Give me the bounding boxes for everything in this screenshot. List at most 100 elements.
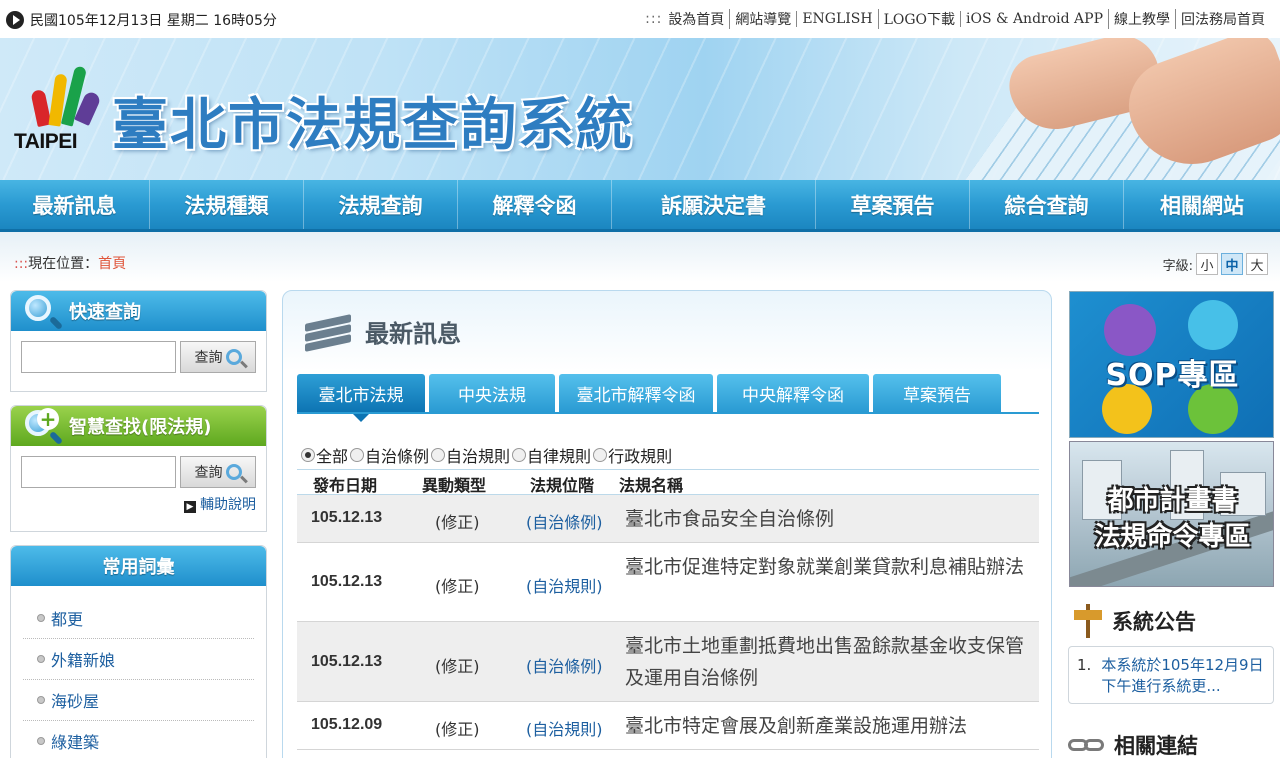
font-size-small[interactable]: 小	[1196, 253, 1218, 275]
tab-central-interpretations[interactable]: 中央解釋令函	[717, 374, 869, 412]
logo-text: TAIPEI	[14, 130, 78, 153]
taipei-logo[interactable]: TAIPEI	[14, 62, 106, 162]
related-links-header: 相關連結	[1068, 730, 1198, 758]
table-row[interactable]: 105.12.13 (修正) (自治規則) 臺北市促進特定對象就業創業貸款利息補…	[297, 543, 1039, 622]
table-row[interactable]: 105.12.13 (修正) (自治條例) 臺北市土地重劃抵費地出售盈餘款基金收…	[297, 622, 1039, 702]
tab-draft-notices[interactable]: 草案預告	[873, 374, 1001, 412]
system-notice-list: 1. 本系統於105年12月9日下午進行系統更...	[1068, 646, 1274, 704]
filter-autonomous-ordinance[interactable]: 自治條例	[350, 443, 429, 467]
sop-banner-text: SOP專區	[1105, 358, 1240, 393]
term-label: 海砂屋	[51, 692, 100, 711]
news-tabs: 臺北市法規 中央法規 臺北市解釋令函 中央解釋令函 草案預告	[297, 374, 1001, 422]
font-size-large[interactable]: 大	[1246, 253, 1268, 275]
font-size-switcher: 字級: 小 中 大	[1163, 253, 1268, 275]
english-link[interactable]: ENGLISH	[796, 11, 877, 27]
related-links-title: 相關連結	[1114, 734, 1198, 758]
quick-search-button[interactable]: 查詢	[180, 341, 256, 373]
row-change-type: (修正)	[435, 513, 480, 532]
legal-affairs-home-link[interactable]: 回法務局首頁	[1175, 9, 1270, 29]
news-title: 最新訊息	[365, 319, 461, 348]
bullet-icon	[37, 696, 45, 704]
logo-download-link[interactable]: LOGO下載	[877, 9, 960, 29]
term-label: 都更	[51, 610, 84, 629]
smart-search-input[interactable]	[21, 456, 176, 488]
smart-search-button[interactable]: 查詢	[180, 456, 256, 488]
filter-label: 自律規則	[527, 447, 592, 466]
col-publish-date: 發布日期	[313, 476, 378, 495]
row-level: (自治條例)	[526, 513, 603, 532]
help-link-label: 輔助說明	[200, 497, 256, 513]
category-filters: 全部 自治條例 自治規則 自律規則 行政規則	[301, 443, 672, 467]
site-title[interactable]: 臺北市法規查詢系統	[112, 80, 634, 161]
notice-link[interactable]: 本系統於105年12月9日下午進行系統更...	[1101, 655, 1265, 703]
main-nav: 最新訊息 法規種類 法規查詢 解釋令函 訴願決定書 草案預告 綜合查詢 相關網站	[0, 180, 1280, 232]
nav-related-sites[interactable]: 相關網站	[1124, 180, 1280, 229]
radio[interactable]	[350, 448, 365, 462]
term-link[interactable]: 都更	[23, 598, 254, 639]
nav-latest-news[interactable]: 最新訊息	[0, 180, 150, 229]
top-bar: 民國105年12月13日 星期二 16時05分 ::: 設為首頁 網站導覽 EN…	[0, 0, 1280, 38]
news-table-header: 發布日期 異動類型 法規位階 法規名稱	[297, 469, 1039, 495]
font-size-medium[interactable]: 中	[1221, 253, 1243, 275]
mobile-app-link[interactable]: iOS & Android APP	[960, 11, 1108, 27]
radio[interactable]	[512, 448, 527, 462]
online-tutorial-link[interactable]: 線上教學	[1108, 9, 1175, 29]
col-change-type: 異動類型	[422, 476, 487, 495]
bullet-icon	[37, 614, 45, 622]
tab-taipei-interpretations[interactable]: 臺北市解釋令函	[559, 374, 713, 412]
quick-search-input[interactable]	[21, 341, 176, 373]
term-link[interactable]: 外籍新娘	[23, 639, 254, 680]
row-change-type: (修正)	[435, 720, 480, 739]
quick-search-button-label: 查詢	[194, 350, 223, 366]
quick-search-panel: 快速查詢 查詢	[10, 290, 267, 392]
breadcrumb-accesskey[interactable]: :::	[14, 256, 28, 272]
row-regulation-link[interactable]: 臺北市土地重劃抵費地出售盈餘款基金收支保管及運用自治條例	[625, 630, 1029, 694]
row-date: 105.12.09	[311, 716, 383, 733]
help-link[interactable]: ▶ 輔助說明	[11, 488, 266, 520]
row-change-type: (修正)	[435, 657, 480, 676]
nav-combined-search[interactable]: 綜合查詢	[970, 180, 1124, 229]
radio[interactable]	[431, 448, 446, 462]
radio-selected[interactable]	[301, 448, 315, 462]
date-text: 民國105年12月13日 星期二 16時05分	[30, 13, 277, 29]
sop-banner[interactable]: SOP專區	[1069, 291, 1274, 438]
urban-planning-banner[interactable]: 都市計畫書 法規命令專區	[1069, 441, 1274, 587]
accesskey-dots[interactable]: :::	[645, 11, 662, 27]
tab-taipei-regulations[interactable]: 臺北市法規	[297, 374, 425, 422]
news-header: 最新訊息	[301, 309, 461, 353]
breadcrumb-bar: :::現在位置：首頁 字級: 小 中 大	[0, 232, 1280, 282]
table-row[interactable]: 105.12.09 (修正) (自治規則) 臺北市特定會展及創新產業設施運用辦法	[297, 702, 1039, 750]
play-icon	[6, 11, 24, 29]
radio[interactable]	[593, 448, 608, 462]
quick-search-title: 快速查詢	[69, 302, 141, 323]
tab-central-regulations[interactable]: 中央法規	[429, 374, 555, 412]
search-icon	[225, 349, 242, 365]
set-homepage-link[interactable]: 設為首頁	[668, 9, 729, 29]
filter-all[interactable]: 全部	[301, 443, 348, 467]
term-link[interactable]: 海砂屋	[23, 680, 254, 721]
table-row[interactable]: 105.12.13 (修正) (自治條例) 臺北市食品安全自治條例	[297, 495, 1039, 543]
nav-petition-decisions[interactable]: 訴願決定書	[612, 180, 816, 229]
bullet-icon	[37, 737, 45, 745]
breadcrumb: :::現在位置：首頁	[14, 253, 126, 273]
filter-autonomous-rule[interactable]: 自治規則	[431, 443, 510, 467]
nav-interpretations[interactable]: 解釋令函	[458, 180, 612, 229]
latest-news-panel: 最新訊息 臺北市法規 中央法規 臺北市解釋令函 中央解釋令函 草案預告 全部 自…	[282, 290, 1052, 758]
row-regulation-link[interactable]: 臺北市促進特定對象就業創業貸款利息補貼辦法	[625, 551, 1029, 583]
filter-administrative-rule[interactable]: 行政規則	[593, 443, 672, 467]
term-link[interactable]: 綠建築	[23, 721, 254, 758]
nav-draft-notices[interactable]: 草案預告	[816, 180, 970, 229]
breadcrumb-label: 現在位置：	[28, 256, 99, 272]
filter-self-regulation[interactable]: 自律規則	[512, 443, 591, 467]
nav-regulation-types[interactable]: 法規種類	[150, 180, 304, 229]
row-date: 105.12.13	[311, 653, 383, 670]
news-table-body: 105.12.13 (修正) (自治條例) 臺北市食品安全自治條例 105.12…	[297, 495, 1039, 750]
row-regulation-link[interactable]: 臺北市食品安全自治條例	[625, 503, 1029, 535]
breadcrumb-home-link[interactable]: 首頁	[98, 256, 126, 272]
system-notice-header: 系統公告	[1072, 604, 1196, 638]
col-regulation-level: 法規位階	[530, 476, 595, 495]
nav-regulation-search[interactable]: 法規查詢	[304, 180, 458, 229]
common-terms-title: 常用詞彙	[11, 546, 266, 586]
row-regulation-link[interactable]: 臺北市特定會展及創新產業設施運用辦法	[625, 710, 1029, 742]
sitemap-link[interactable]: 網站導覽	[729, 9, 796, 29]
